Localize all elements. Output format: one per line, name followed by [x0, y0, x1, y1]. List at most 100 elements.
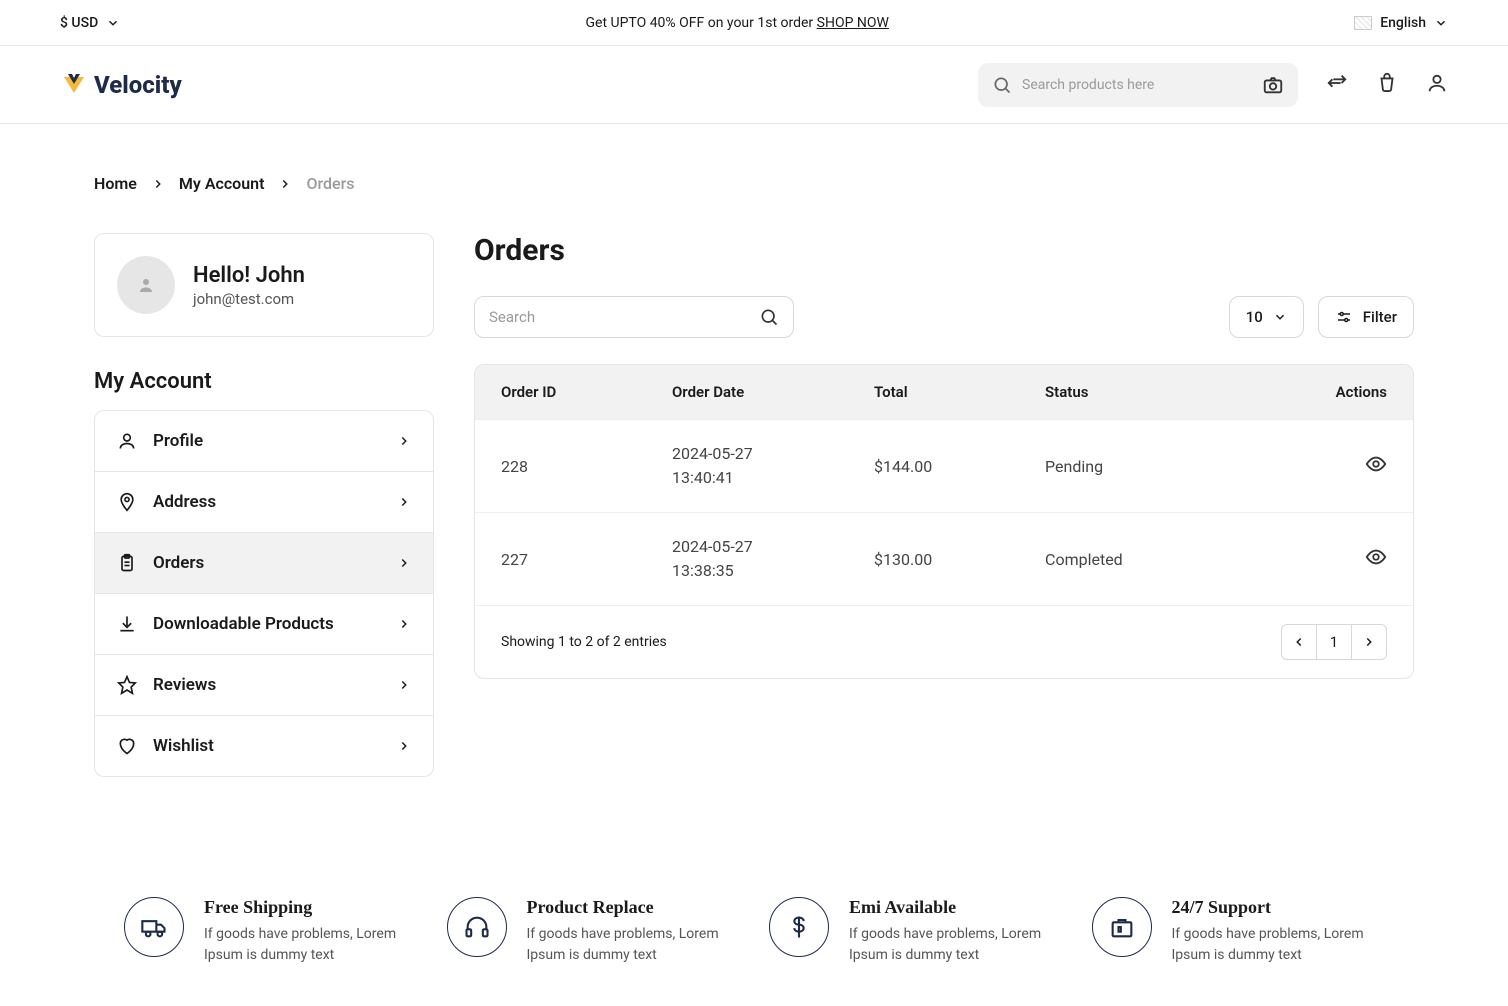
menu-item-reviews[interactable]: Reviews — [95, 655, 433, 716]
search-box[interactable] — [978, 63, 1298, 107]
page-size-select[interactable]: 10 — [1229, 296, 1304, 338]
chevron-down-icon — [106, 16, 120, 30]
feature-title: 24/7 Support — [1172, 897, 1385, 918]
language-selector[interactable]: English — [1354, 15, 1448, 31]
showing-text: Showing 1 to 2 of 2 entries — [501, 634, 667, 650]
search-icon — [992, 75, 1012, 95]
account-sidebar: Hello! John john@test.com My Account Pro… — [94, 233, 434, 777]
user-icon[interactable] — [1426, 72, 1448, 98]
heart-icon — [117, 736, 137, 756]
dollar-icon — [769, 897, 829, 957]
table-row: 227 2024-05-27 13:38:35 $130.00 Complete… — [475, 512, 1413, 605]
feature-desc: If goods have problems, Lorem Ipsum is d… — [849, 924, 1062, 966]
currency-selector[interactable]: $ USD — [60, 15, 120, 31]
page-size-value: 10 — [1246, 308, 1263, 326]
menu-item-profile[interactable]: Profile — [95, 411, 433, 472]
orders-toolbar: 10 Filter — [474, 296, 1414, 338]
cell-order-id: 228 — [501, 457, 672, 476]
breadcrumb: Home My Account Orders — [94, 174, 1414, 193]
promo-link[interactable]: SHOP NOW — [817, 15, 889, 31]
page-title: Orders — [474, 233, 1414, 268]
camera-icon[interactable] — [1262, 74, 1284, 96]
col-order-date: Order Date — [672, 383, 874, 401]
table-footer: Showing 1 to 2 of 2 entries 1 — [475, 605, 1413, 678]
page-number[interactable]: 1 — [1316, 624, 1352, 660]
feature-title: Product Replace — [527, 897, 740, 918]
search-icon — [759, 307, 779, 327]
account-menu: Profile Address Orders — [94, 410, 434, 777]
crumb-home[interactable]: Home — [94, 174, 137, 193]
date-line1: 2024-05-27 — [672, 442, 874, 466]
logo[interactable]: Velocity — [60, 71, 182, 99]
chevron-right-icon — [397, 434, 411, 448]
promo-banner: Get UPTO 40% OFF on your 1st order SHOP … — [120, 15, 1354, 31]
main-content: Orders 10 Filter — [474, 233, 1414, 777]
feature-title: Emi Available — [849, 897, 1062, 918]
header: Velocity — [0, 46, 1508, 124]
menu-label: Profile — [153, 431, 203, 451]
headphones-icon — [447, 897, 507, 957]
truck-icon — [124, 897, 184, 957]
eye-icon — [1365, 546, 1387, 568]
clipboard-icon — [117, 553, 137, 573]
cell-status: Pending — [1045, 457, 1263, 476]
chevron-down-icon — [1434, 16, 1448, 30]
chevron-right-icon — [151, 177, 165, 191]
table-row: 228 2024-05-27 13:40:41 $144.00 Pending — [475, 419, 1413, 512]
cell-order-date: 2024-05-27 13:38:35 — [672, 535, 874, 583]
cell-total: $144.00 — [874, 457, 1045, 476]
col-actions: Actions — [1263, 383, 1387, 401]
page-next-button[interactable] — [1351, 624, 1387, 660]
page-prev-button[interactable] — [1281, 624, 1317, 660]
view-order-button[interactable] — [1365, 553, 1387, 572]
chevron-left-icon — [1292, 635, 1306, 649]
chevron-down-icon — [1273, 310, 1287, 324]
chevron-right-icon — [278, 177, 292, 191]
menu-item-address[interactable]: Address — [95, 472, 433, 533]
feature-emi: Emi Available If goods have problems, Lo… — [769, 897, 1062, 966]
table-header: Order ID Order Date Total Status Actions — [475, 365, 1413, 419]
search-input[interactable] — [1022, 77, 1252, 93]
menu-item-orders[interactable]: Orders — [95, 533, 433, 594]
cart-icon[interactable] — [1376, 72, 1398, 98]
top-bar: $ USD Get UPTO 40% OFF on your 1st order… — [0, 0, 1508, 46]
date-line2: 13:40:41 — [672, 466, 874, 490]
pagination: 1 — [1282, 624, 1387, 660]
feature-desc: If goods have problems, Lorem Ipsum is d… — [527, 924, 740, 966]
profile-greeting: Hello! John — [193, 263, 305, 288]
crumb-account[interactable]: My Account — [179, 174, 265, 193]
date-line2: 13:38:35 — [672, 559, 874, 583]
menu-item-wishlist[interactable]: Wishlist — [95, 716, 433, 776]
profile-card: Hello! John john@test.com — [94, 233, 434, 337]
col-order-id: Order ID — [501, 383, 672, 401]
chevron-right-icon — [1362, 635, 1376, 649]
date-line1: 2024-05-27 — [672, 535, 874, 559]
language-label: English — [1380, 15, 1426, 31]
chevron-right-icon — [397, 556, 411, 570]
orders-table: Order ID Order Date Total Status Actions… — [474, 364, 1414, 679]
orders-search-input[interactable] — [489, 308, 759, 326]
feature-title: Free Shipping — [204, 897, 417, 918]
compare-icon[interactable] — [1326, 72, 1348, 98]
feature-desc: If goods have problems, Lorem Ipsum is d… — [1172, 924, 1385, 966]
cell-total: $130.00 — [874, 550, 1045, 569]
filter-label: Filter — [1363, 308, 1397, 326]
menu-label: Address — [153, 492, 216, 512]
feature-desc: If goods have problems, Lorem Ipsum is d… — [204, 924, 417, 966]
view-order-button[interactable] — [1365, 460, 1387, 479]
chevron-right-icon — [397, 617, 411, 631]
orders-search[interactable] — [474, 296, 794, 338]
chevron-right-icon — [397, 495, 411, 509]
sidebar-title: My Account — [94, 369, 434, 394]
cell-order-date: 2024-05-27 13:40:41 — [672, 442, 874, 490]
store-icon — [1092, 897, 1152, 957]
eye-icon — [1365, 453, 1387, 475]
logo-mark-icon — [60, 71, 88, 99]
menu-label: Reviews — [153, 675, 216, 695]
menu-label: Orders — [153, 553, 204, 573]
menu-item-downloads[interactable]: Downloadable Products — [95, 594, 433, 655]
filter-button[interactable]: Filter — [1318, 296, 1414, 338]
pin-icon — [117, 492, 137, 512]
feature-shipping: Free Shipping If goods have problems, Lo… — [124, 897, 417, 966]
download-icon — [117, 614, 137, 634]
